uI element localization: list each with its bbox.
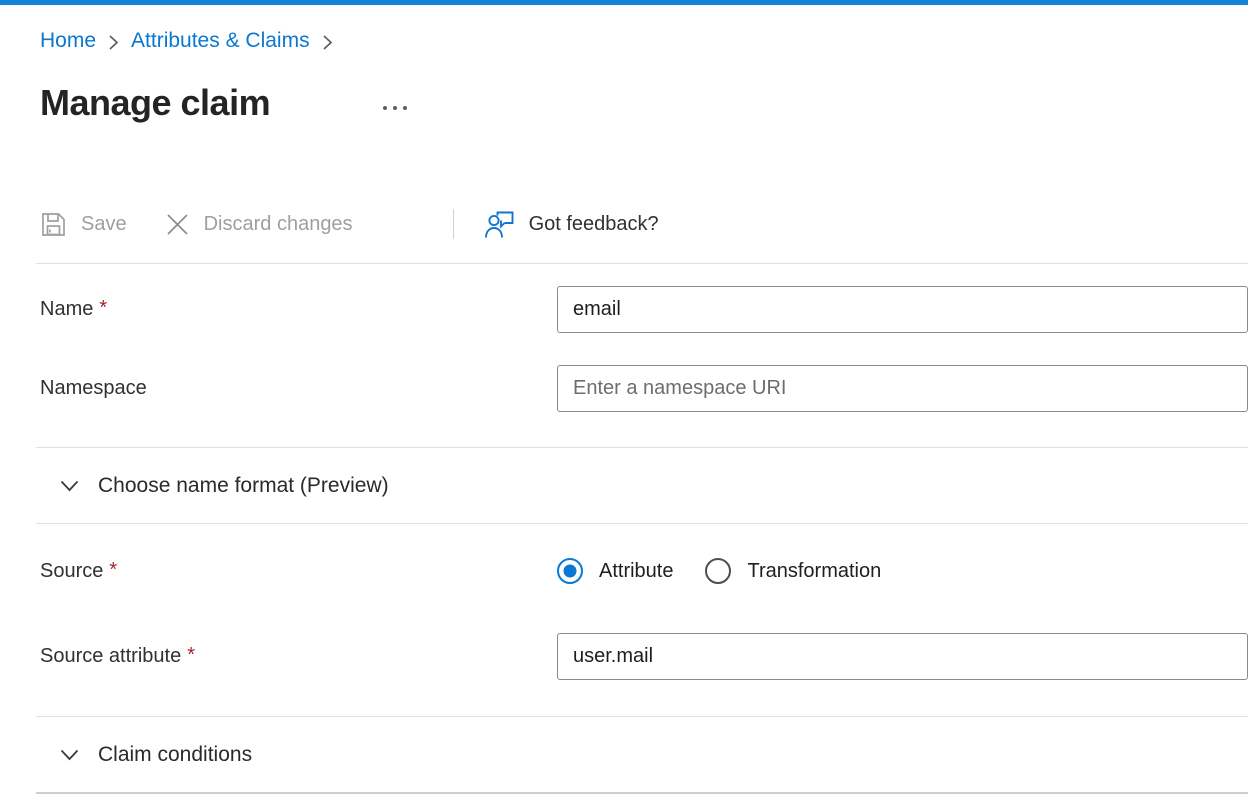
breadcrumb-attributes-claims-link[interactable]: Attributes & Claims [131, 28, 310, 54]
divider [36, 263, 1248, 264]
chevron-down-icon [60, 480, 79, 492]
source-attribute-label-text: Source attribute [40, 645, 181, 667]
namespace-label: Namespace [40, 377, 557, 400]
required-asterisk: * [109, 559, 117, 581]
breadcrumb-home-link[interactable]: Home [40, 28, 96, 54]
name-input[interactable] [557, 286, 1248, 333]
feedback-person-chat-icon [484, 210, 515, 239]
section-choose-name-format-label: Choose name format (Preview) [98, 474, 389, 498]
source-radio-transformation-label: Transformation [747, 560, 881, 583]
chevron-right-icon [108, 34, 119, 51]
chevron-right-icon [322, 34, 333, 51]
source-label-text: Source [40, 560, 103, 582]
divider [36, 792, 1248, 794]
source-attribute-label: Source attribute * [40, 645, 557, 668]
source-attribute-input[interactable] [557, 633, 1248, 680]
command-bar: Save Discard changes Got feedback? [40, 204, 1248, 244]
radio-button-icon [557, 558, 583, 584]
save-button[interactable]: Save [40, 211, 127, 238]
source-radio-group: Attribute Transformation [557, 558, 881, 584]
required-asterisk: * [99, 297, 107, 319]
source-radio-attribute-label: Attribute [599, 560, 673, 583]
name-label: Name * [40, 298, 557, 321]
save-icon [40, 211, 67, 238]
toolbar-separator [453, 209, 454, 239]
more-options-button[interactable] [382, 104, 408, 112]
source-field-row: Source * Attribute Transformation [40, 549, 1248, 593]
namespace-input[interactable] [557, 365, 1248, 412]
namespace-field-row: Namespace [40, 365, 1248, 412]
source-radio-attribute[interactable]: Attribute [557, 558, 673, 584]
chevron-down-icon [60, 749, 79, 761]
got-feedback-label: Got feedback? [529, 213, 659, 236]
ellipsis-horizontal-icon [382, 104, 408, 112]
radio-button-icon [705, 558, 731, 584]
manage-claim-blade: Home Attributes & Claims Manage claim Sa… [0, 5, 1248, 794]
source-radio-transformation[interactable]: Transformation [705, 558, 881, 584]
discard-changes-button[interactable]: Discard changes [165, 212, 353, 237]
save-button-label: Save [81, 213, 127, 236]
discard-changes-label: Discard changes [204, 213, 353, 236]
section-choose-name-format[interactable]: Choose name format (Preview) [40, 448, 1248, 523]
name-field-row: Name * [40, 286, 1248, 333]
namespace-label-text: Namespace [40, 377, 147, 399]
breadcrumb: Home Attributes & Claims [40, 5, 1248, 54]
section-claim-conditions-label: Claim conditions [98, 743, 252, 767]
page-title: Manage claim [40, 82, 270, 124]
name-label-text: Name [40, 298, 93, 320]
source-label: Source * [40, 560, 557, 583]
x-cross-icon [165, 212, 190, 237]
source-attribute-field-row: Source attribute * [40, 633, 1248, 680]
section-claim-conditions[interactable]: Claim conditions [40, 717, 1248, 792]
divider [36, 523, 1248, 524]
page-header: Manage claim [40, 78, 1248, 128]
got-feedback-button[interactable]: Got feedback? [484, 210, 659, 239]
required-asterisk: * [187, 644, 195, 666]
